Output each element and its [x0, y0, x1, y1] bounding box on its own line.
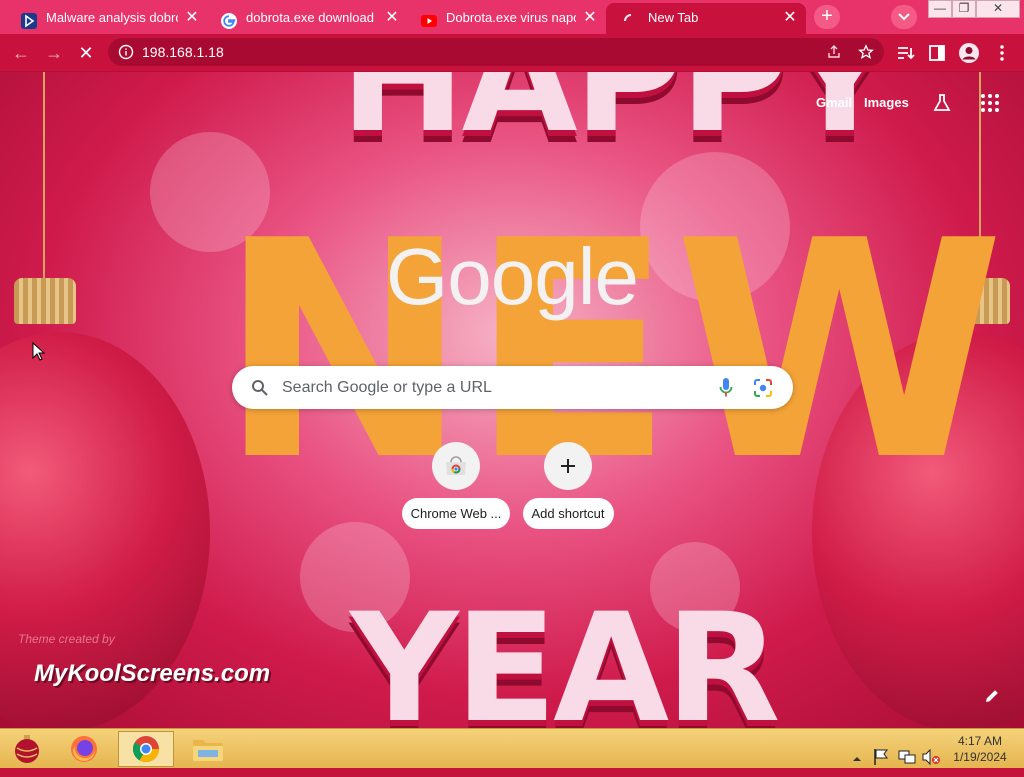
gmail-link[interactable]: Gmail [816, 95, 852, 110]
menu-kebab-icon[interactable] [991, 42, 1013, 64]
tab-strip: Malware analysis dobrota ✕ dobrota.exe d… [0, 0, 1024, 34]
minimize-icon: — [934, 1, 946, 15]
volume-muted-icon[interactable] [921, 739, 941, 775]
stop-icon: ✕ [78, 43, 94, 63]
firefox-icon [71, 736, 97, 762]
browser-toolbar: ← → ✕ 198.168.1.18 [0, 34, 1024, 72]
plus-icon [561, 459, 575, 473]
tab-title: dobrota.exe download - G [246, 10, 378, 25]
arrow-left-icon: ← [12, 43, 30, 63]
shortcut-icon-bg [544, 442, 592, 490]
theme-credit-label: Theme created by [18, 632, 115, 646]
clock-date: 1/19/2024 [953, 750, 1007, 764]
taskbar-file-explorer[interactable] [182, 731, 238, 767]
tab-new-tab[interactable]: New Tab ✕ [606, 3, 806, 34]
url-text: 198.168.1.18 [142, 44, 224, 60]
labs-flask-icon[interactable] [931, 92, 953, 114]
bookmark-star-icon[interactable] [858, 44, 874, 60]
youtube-icon [421, 10, 437, 27]
mouse-cursor-icon [32, 342, 46, 361]
clock-time: 4:17 AM [957, 734, 1003, 748]
taskbar-chrome[interactable] [118, 731, 174, 767]
folder-icon [193, 740, 223, 761]
close-icon: ✕ [992, 1, 1004, 15]
tab-youtube[interactable]: Dobrota.exe virus napod ✕ [404, 3, 606, 34]
side-panel-icon[interactable] [926, 42, 948, 64]
action-center-flag-icon[interactable] [873, 739, 889, 775]
tab-google-search[interactable]: dobrota.exe download - G ✕ [204, 3, 408, 34]
theme-word-happy: HAPPY [340, 72, 894, 166]
theme-word-year: YEAR [350, 582, 781, 728]
anyrun-icon [21, 10, 37, 29]
loading-icon [623, 10, 639, 26]
tray-chevron-up-icon[interactable] [851, 741, 863, 777]
profile-avatar-icon[interactable] [958, 42, 980, 64]
tab-close-icon[interactable]: ✕ [184, 3, 200, 32]
shortcut-label: Add shortcut [508, 498, 628, 529]
arrow-right-icon: → [45, 43, 63, 63]
search-box[interactable] [232, 366, 793, 409]
tab-close-icon[interactable]: ✕ [582, 3, 598, 32]
chrome-icon [132, 736, 160, 763]
tab-close-icon[interactable]: ✕ [384, 3, 400, 32]
apps-grid-icon[interactable] [980, 93, 1000, 113]
start-button[interactable] [2, 731, 58, 767]
tab-title: New Tab [648, 10, 699, 25]
shortcut-label: Chrome Web ... [396, 498, 516, 529]
new-tab-page: HAPPY NEW YEAR Gmail Images Google Chrom… [0, 72, 1024, 728]
share-icon[interactable] [826, 44, 842, 60]
tab-close-icon[interactable]: ✕ [782, 3, 798, 32]
tab-search-button[interactable] [891, 5, 917, 29]
new-tab-button[interactable]: + [814, 5, 840, 29]
back-button[interactable]: ← [10, 42, 32, 64]
microphone-icon[interactable] [718, 377, 734, 399]
tab-malware-analysis[interactable]: Malware analysis dobrota ✕ [4, 3, 208, 34]
shortcut-label-text: Add shortcut [522, 498, 614, 529]
restore-icon: ❐ [958, 1, 970, 15]
tab-title: Dobrota.exe virus napod [446, 10, 576, 25]
customize-pencil-icon[interactable] [982, 686, 1002, 706]
chrome-web-store-icon [446, 456, 466, 475]
close-window-button[interactable]: ✕ [976, 0, 1020, 18]
google-lens-icon[interactable] [753, 378, 773, 398]
plus-icon: + [821, 5, 833, 27]
stop-button[interactable]: ✕ [75, 42, 97, 64]
minimize-button[interactable]: — [928, 0, 952, 18]
restore-button[interactable]: ❐ [952, 0, 976, 18]
network-icon[interactable] [897, 739, 917, 775]
reading-list-icon[interactable] [894, 42, 916, 64]
chevron-down-icon [898, 13, 910, 21]
shortcut-icon-bg [432, 442, 480, 490]
address-bar[interactable]: 198.168.1.18 [108, 38, 884, 66]
shortcut-label-text: Chrome Web ... [401, 498, 511, 529]
shortcut-chrome-web-store[interactable]: Chrome Web ... [396, 442, 516, 538]
search-input[interactable] [282, 366, 702, 409]
images-link[interactable]: Images [864, 95, 909, 110]
google-logo: Google [386, 232, 639, 321]
search-icon [252, 380, 268, 396]
start-ornament-icon [15, 735, 39, 763]
theme-credit-link[interactable]: MyKoolScreens.com [34, 660, 270, 688]
taskbar-firefox[interactable] [58, 731, 114, 767]
forward-button[interactable]: → [43, 42, 65, 64]
windows-taskbar: 4:17 AM 1/19/2024 [0, 728, 1024, 768]
tab-title: Malware analysis dobrota [46, 10, 178, 25]
add-shortcut-button[interactable]: Add shortcut [508, 442, 628, 538]
google-icon [221, 10, 237, 29]
taskbar-clock[interactable]: 4:17 AM 1/19/2024 [947, 733, 1013, 765]
info-icon [118, 44, 134, 60]
